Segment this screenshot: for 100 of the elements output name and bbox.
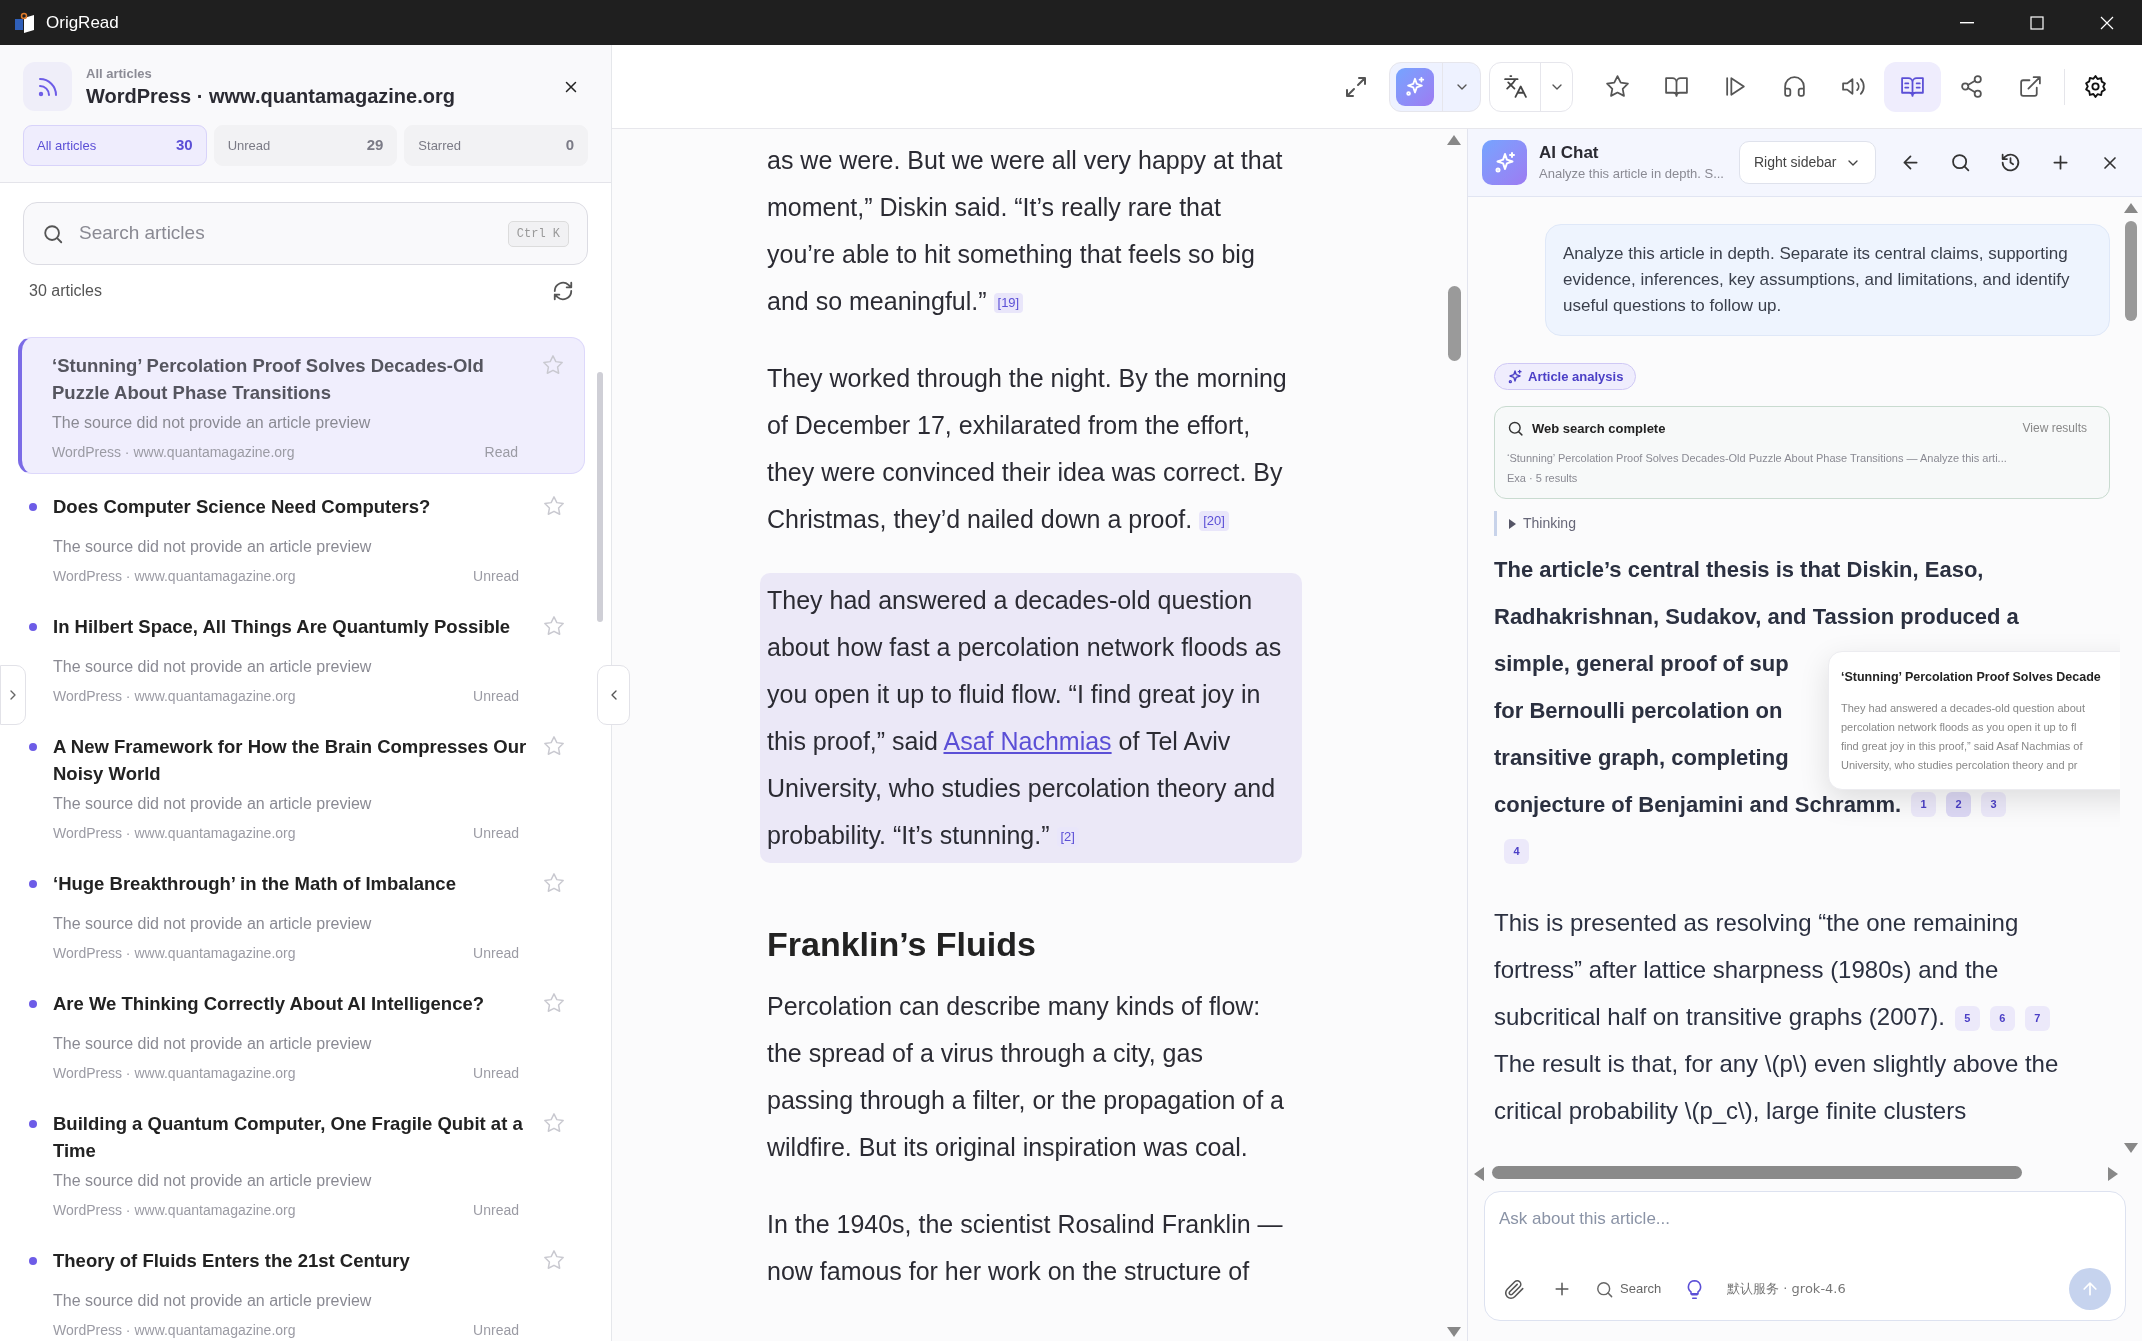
- scroll-down-icon[interactable]: [2124, 1143, 2138, 1153]
- star-icon: [543, 615, 565, 637]
- scrollbar-thumb[interactable]: [597, 372, 603, 622]
- unread-dot-icon: [29, 1120, 37, 1128]
- filter-tab[interactable]: All articles 30: [23, 125, 207, 166]
- star-button[interactable]: [543, 495, 565, 517]
- scroll-up-icon[interactable]: [2124, 203, 2138, 213]
- book-icon: [1900, 74, 1925, 99]
- window-title: OrigRead: [46, 11, 119, 34]
- web-search-toggle[interactable]: Search: [1595, 1274, 1662, 1304]
- filter-tab[interactable]: Unread 29: [213, 125, 398, 166]
- share-icon: [1959, 74, 1984, 99]
- scroll-left-icon[interactable]: [1474, 1167, 1484, 1181]
- read-status: Unread: [473, 1064, 519, 1083]
- article-list-item[interactable]: ‘Stunning’ Percolation Proof Solves Decades-Old Puzzle About Phase Transitions The source did not provide an article preview WordPress · www.quantamagazine.org Read: [18, 337, 585, 474]
- article-list-item[interactable]: Theory of Fluids Enters the 21st Century The source did not provide an article preview WordPress · www.quantamagazine.org Unread: [29, 1234, 585, 1341]
- star-button[interactable]: [543, 735, 565, 757]
- thinking-toggle[interactable]: Thinking: [1494, 511, 1576, 536]
- article-paragraph: They had answered a decades-old question about how fast a percolation network floods as you open it up to fluid flow. “I find great joy in this proof,” said Asaf Nachmias of Tel Aviv University, who studies percolation theory and probability. “It’s stunning.” [2]: [760, 573, 1302, 863]
- app-logo-icon: [14, 11, 36, 34]
- citation-marker[interactable]: [20]: [1199, 511, 1229, 532]
- scroll-up-icon[interactable]: [1447, 135, 1461, 145]
- filter-tab[interactable]: Starred 0: [404, 125, 588, 166]
- expand-sidebar-handle[interactable]: [0, 665, 26, 725]
- analysis-chip[interactable]: Article analysis: [1494, 363, 1637, 390]
- star-icon: [1605, 74, 1630, 99]
- scroll-right-icon[interactable]: [2108, 1167, 2118, 1181]
- answer-text-line: The article’s central thesis is that Diskin, Easo,: [1494, 556, 1984, 584]
- citation-marker[interactable]: 5: [1954, 1006, 1980, 1032]
- article-list-item[interactable]: ‘Huge Breakthrough’ in the Math of Imbalance The source did not provide an article preview WordPress · www.quantamagazine.org Unread: [29, 857, 585, 977]
- search-icon: [1595, 1279, 1614, 1299]
- play-icon: [1723, 74, 1748, 99]
- article-count: 30 articles: [29, 281, 102, 301]
- placement-dropdown[interactable]: Right sidebar: [1739, 141, 1876, 184]
- article-source: WordPress · www.quantamagazine.org: [53, 1064, 296, 1083]
- caret-icon: [1507, 518, 1517, 529]
- history-icon: [1999, 152, 2021, 173]
- article-list-item[interactable]: Does Computer Science Need Computers? The source did not provide an article preview WordPress · www.quantamagazine.org Unread: [29, 480, 585, 600]
- close-icon: [2100, 15, 2114, 30]
- unread-dot-icon: [29, 503, 37, 511]
- article-preview: The source did not provide an article preview: [53, 914, 373, 934]
- article-source: WordPress · www.quantamagazine.org: [52, 443, 295, 462]
- settings-icon: [2082, 74, 2108, 99]
- citation-marker[interactable]: 1: [1911, 792, 1937, 817]
- star-button[interactable]: [543, 1249, 565, 1271]
- popover-text-line: percolation network floods as you open it up to fl: [1841, 719, 2077, 735]
- model-selector[interactable]: 默认服务 · grok-4.6: [1727, 1279, 1846, 1299]
- chat-title: AI Chat: [1539, 141, 1600, 164]
- star-button[interactable]: [542, 354, 564, 376]
- star-icon: [543, 735, 565, 757]
- view-results-link[interactable]: View results: [2022, 419, 2087, 438]
- read-status: Unread: [473, 567, 519, 586]
- reader-mode-button[interactable]: [1884, 61, 1941, 112]
- article-source: WordPress · www.quantamagazine.org: [53, 687, 296, 706]
- star-button[interactable]: [543, 992, 565, 1014]
- citation-marker[interactable]: 4: [1504, 839, 1529, 864]
- external-link-icon: [2018, 74, 2043, 99]
- message-input[interactable]: Ask about this article...: [1499, 1204, 2111, 1234]
- article-list-item[interactable]: Building a Quantum Computer, One Fragile Qubit at a Time The source did not provide an article preview WordPress · www.quantamagazine.org Unread: [29, 1097, 585, 1234]
- citation-marker[interactable]: [19]: [993, 293, 1024, 314]
- article-paragraph: They worked through the night. By the morning of December 17, exhilarated from the effort, they were convinced their idea was correct. By Christmas, they’d nailed down a proof. [20]: [767, 363, 1288, 535]
- article-preview: The source did not provide an article preview: [53, 1291, 373, 1311]
- author-link[interactable]: Asaf Nachmias: [943, 727, 1112, 755]
- read-status: Unread: [473, 944, 519, 963]
- star-button[interactable]: [543, 872, 565, 894]
- sparkle-icon: [1404, 75, 1426, 98]
- read-status: Unread: [473, 1321, 519, 1340]
- search-meta: Exa · 5 results: [1507, 470, 1579, 486]
- citation-marker[interactable]: 3: [1981, 792, 2007, 817]
- translate-icon: [1502, 74, 1528, 99]
- star-icon: [543, 1249, 565, 1271]
- article-list-item[interactable]: In Hilbert Space, All Things Are Quantumly Possible The source did not provide an article preview WordPress · www.quantamagazine.org Unread: [29, 600, 585, 720]
- star-button[interactable]: [543, 1112, 565, 1134]
- collapse-sidebar-handle[interactable]: [597, 665, 630, 725]
- section-heading: Franklin’s Fluids: [767, 924, 1037, 965]
- ai-assistant-button[interactable]: [1396, 67, 1434, 106]
- article-preview: The source did not provide an article preview: [53, 794, 373, 814]
- horizontal-scrollbar-thumb[interactable]: [1492, 1166, 2022, 1179]
- read-status: Unread: [473, 687, 519, 706]
- scrollbar-thumb[interactable]: [1448, 286, 1461, 361]
- refresh-button[interactable]: [552, 280, 574, 302]
- shortcut-hint: Ctrl K: [507, 220, 569, 247]
- search-input[interactable]: Search articles: [79, 219, 508, 248]
- article-list-item[interactable]: A New Framework for How the Brain Compresses Our Noisy World The source did not provide an article preview WordPress · www.quantamagazine.org Unread: [29, 720, 585, 857]
- article-list-item[interactable]: Are We Thinking Correctly About AI Intelligence? The source did not provide an article preview WordPress · www.quantamagazine.org Unread: [29, 977, 585, 1097]
- scrollbar-thumb[interactable]: [2125, 221, 2137, 321]
- answer-paragraph: This is presented as resolving “the one remaining fortress” after lattice sharpness (1980s) and the subcritical half on transitive graphs (2007). 5 6 7: [1494, 899, 2094, 1040]
- citation-marker[interactable]: 6: [1989, 1006, 2015, 1032]
- article-preview: The source did not provide an article preview: [53, 657, 373, 677]
- star-button[interactable]: [543, 615, 565, 637]
- citation-marker[interactable]: 2: [1946, 792, 1972, 817]
- search-icon: [42, 222, 64, 245]
- popover-title: ‘Stunning’ Percolation Proof Solves Decade: [1841, 669, 2101, 686]
- article-title: ‘Stunning’ Percolation Proof Solves Decades-Old Puzzle About Phase Transitions: [52, 354, 485, 405]
- citation-marker[interactable]: 7: [2024, 1006, 2050, 1032]
- article-title: Theory of Fluids Enters the 21st Century: [53, 1249, 411, 1273]
- scroll-down-icon[interactable]: [1447, 1327, 1461, 1337]
- unread-dot-icon: [29, 1257, 37, 1265]
- star-icon: [543, 1112, 565, 1134]
- chat-subtitle: Analyze this article in depth. S...: [1539, 164, 1725, 183]
